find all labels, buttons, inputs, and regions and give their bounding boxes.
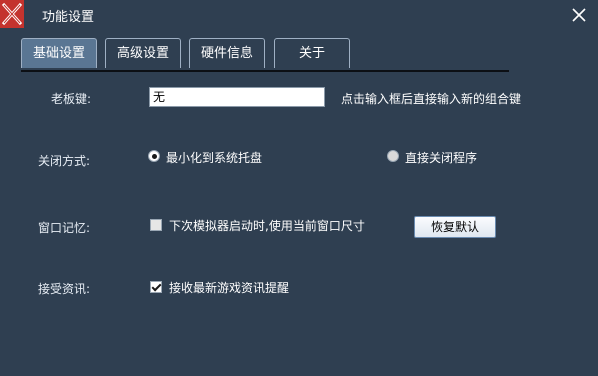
minimize-to-tray-label[interactable]: 最小化到系统托盘 [166,149,262,166]
news-label: 接受资讯: [38,282,91,296]
news-checkbox[interactable] [150,281,162,293]
boss-key-hint: 点击输入框后直接输入新的组合键 [341,92,522,106]
minimize-to-tray-radio[interactable] [148,150,160,162]
tab-divider [21,70,509,72]
tab-advanced-settings[interactable]: 高级设置 [105,38,181,68]
x-logo-icon [0,0,24,28]
tab-basic-settings[interactable]: 基础设置 [21,38,97,68]
settings-window: 功能设置 基础设置 高级设置 硬件信息 关于 老板键: 无 点击输入框后直接输入… [0,0,598,376]
tab-hardware-info[interactable]: 硬件信息 [189,38,265,68]
window-memory-checkbox-label[interactable]: 下次模拟器启动时,使用当前窗口尺寸 [169,217,365,234]
title-bar: 功能设置 [0,0,598,32]
window-memory-checkbox[interactable] [150,219,162,231]
window-memory-label: 窗口记忆: [38,221,91,235]
restore-default-button[interactable]: 恢复默认 [414,216,496,238]
close-program-radio[interactable] [387,150,399,162]
boss-key-label: 老板键: [51,92,92,106]
news-checkbox-label[interactable]: 接收最新游戏资讯提醒 [169,279,289,296]
tab-about[interactable]: 关于 [274,38,350,68]
window-title: 功能设置 [42,10,95,25]
close-program-label[interactable]: 直接关闭程序 [405,149,477,166]
close-icon[interactable] [570,6,588,24]
close-mode-label: 关闭方式: [38,154,91,168]
boss-key-input[interactable]: 无 [149,87,325,107]
